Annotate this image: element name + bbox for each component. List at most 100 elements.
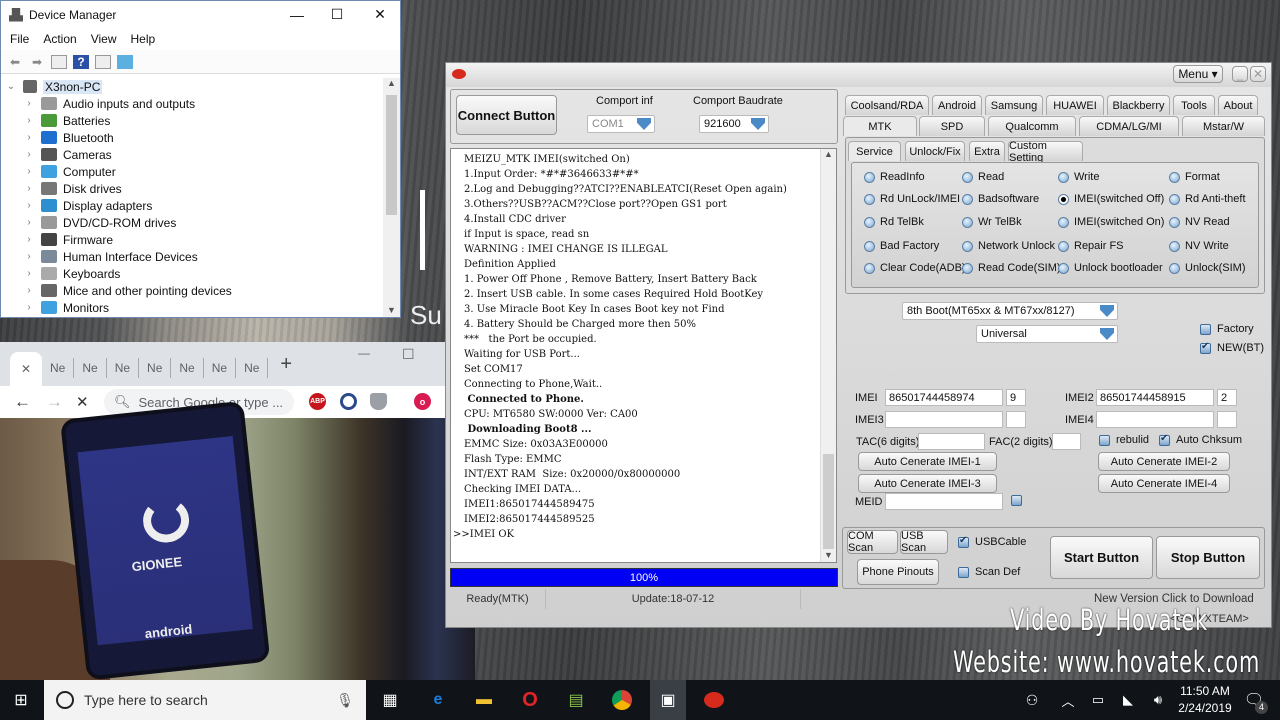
imei4-check-digit[interactable] — [1217, 411, 1237, 428]
radio-bad-factory[interactable]: Bad Factory — [864, 240, 939, 252]
menu-action[interactable]: Action — [43, 32, 76, 46]
scrollbar-thumb[interactable] — [386, 95, 397, 215]
tab-extra[interactable]: Extra — [969, 141, 1005, 161]
imei4-input[interactable] — [1096, 411, 1214, 428]
chevron-right-icon[interactable]: › — [23, 285, 35, 296]
minimize-button[interactable]: _ — [1232, 66, 1248, 82]
generate-imei-3-button[interactable]: Auto Cenerate IMEI-3 — [858, 474, 997, 493]
com-scan-button[interactable]: COM Scan — [847, 530, 898, 554]
factory-checkbox[interactable]: Factory — [1200, 323, 1254, 335]
tree-item[interactable]: › Display adapters — [1, 197, 382, 214]
scroll-down-icon[interactable]: ▼ — [821, 550, 836, 560]
chevron-right-icon[interactable]: › — [23, 217, 35, 228]
radio-icon[interactable] — [962, 171, 973, 183]
imei-check-digit[interactable]: 9 — [1006, 389, 1026, 406]
radio-icon[interactable] — [1169, 193, 1180, 205]
close-button[interactable]: ✕ — [1250, 66, 1266, 82]
menu-file[interactable]: File — [10, 32, 29, 46]
properties-icon[interactable] — [51, 54, 67, 69]
radio-unlock-sim-[interactable]: Unlock(SIM) — [1169, 262, 1246, 274]
tree-item[interactable]: › Cameras — [1, 146, 382, 163]
tab-service[interactable]: Service — [848, 141, 901, 161]
radio-icon[interactable] — [962, 193, 973, 205]
radio-icon[interactable] — [1058, 240, 1069, 252]
radio-icon[interactable] — [1058, 216, 1069, 228]
tree-item[interactable]: › DVD/CD-ROM drives — [1, 214, 382, 231]
radio-icon[interactable] — [864, 193, 875, 205]
tree-item[interactable]: › Disk drives — [1, 180, 382, 197]
stop-button[interactable]: Stop Button — [1156, 536, 1260, 579]
radio-rd-unlock-imei[interactable]: Rd UnLock/IMEI — [864, 193, 960, 205]
log-output[interactable]: MEIZU_MTK IMEI(switched On) 1.Input Order… — [450, 148, 837, 563]
profile-avatar[interactable]: o — [414, 393, 431, 410]
windows-start-icon[interactable]: ⊞ — [9, 688, 33, 712]
radio-readinfo[interactable]: ReadInfo — [864, 171, 925, 183]
radio-icon[interactable] — [864, 216, 875, 228]
tab-samsung[interactable]: Samsung — [985, 95, 1043, 115]
browser-tab[interactable]: Ne — [107, 358, 140, 378]
chrome-icon[interactable] — [610, 688, 634, 712]
radio-icon[interactable] — [962, 262, 973, 274]
tab-spd[interactable]: SPD — [919, 116, 985, 136]
monitor-scan-icon[interactable] — [117, 54, 133, 69]
chevron-right-icon[interactable]: › — [23, 268, 35, 279]
radio-network-unlock[interactable]: Network Unlock — [962, 240, 1055, 252]
active-tab[interactable]: ✕ — [10, 352, 42, 386]
chevron-right-icon[interactable]: › — [23, 251, 35, 262]
scrollbar-thumb[interactable] — [823, 454, 834, 549]
new-tab-button[interactable]: + — [280, 353, 292, 376]
fac-input[interactable] — [1052, 433, 1081, 450]
tab-unlock-fix[interactable]: Unlock/Fix — [905, 141, 965, 161]
stop-loading-button[interactable]: ✕ — [76, 393, 89, 411]
scroll-down-icon[interactable]: ▼ — [383, 305, 400, 315]
checkbox-icon[interactable] — [1200, 323, 1211, 335]
radio-icon[interactable] — [1169, 171, 1180, 183]
radio-badsoftware[interactable]: Badsoftware — [962, 193, 1039, 205]
maximize-button[interactable]: ☐ — [402, 346, 415, 363]
radio-imei-switched-on-[interactable]: IMEI(switched On) — [1058, 216, 1164, 228]
newbt-checkbox[interactable]: NEW(BT) — [1200, 341, 1264, 354]
system-clock[interactable]: 11:50 AM 2/24/2019 — [1172, 683, 1238, 717]
rebuild-checkbox[interactable]: rebulid — [1099, 434, 1149, 446]
chevron-right-icon[interactable]: › — [23, 149, 35, 160]
forward-arrow-icon[interactable]: ➡ — [29, 55, 45, 69]
radio-imei-switched-off-[interactable]: IMEI(switched Off) — [1058, 193, 1164, 205]
chevron-right-icon[interactable]: › — [23, 115, 35, 126]
tab-cdma-lg-mi[interactable]: CDMA/LG/MI — [1079, 116, 1179, 136]
browser-tab[interactable]: Ne — [139, 358, 172, 378]
notepad-icon[interactable]: ▤ — [564, 688, 588, 712]
tab-about[interactable]: About — [1218, 95, 1258, 115]
checkbox-icon[interactable] — [1159, 433, 1170, 446]
tree-item[interactable]: › Computer — [1, 163, 382, 180]
volume-icon[interactable]: 🔊︎ — [1146, 688, 1170, 712]
back-button[interactable]: ← — [14, 392, 31, 412]
menu-button[interactable]: Menu ▾ — [1173, 65, 1223, 83]
file-explorer-icon[interactable]: ▬ — [472, 688, 496, 712]
vertical-scrollbar[interactable]: ▲ ▼ — [383, 78, 400, 317]
adblock-extension-icon[interactable]: ABP — [309, 393, 326, 410]
back-arrow-icon[interactable]: ⬅ — [7, 55, 23, 69]
imei2-check-digit[interactable]: 2 — [1217, 389, 1237, 406]
tab-huawei[interactable]: HUAWEI — [1046, 95, 1104, 115]
checkbox-icon[interactable] — [958, 535, 969, 548]
radio-icon[interactable] — [1169, 216, 1180, 228]
checkbox-icon[interactable] — [1011, 495, 1022, 506]
miracle-box-icon[interactable] — [702, 688, 726, 712]
radio-icon[interactable] — [864, 262, 875, 274]
update-driver-icon[interactable] — [95, 54, 111, 69]
chevron-right-icon[interactable]: › — [23, 302, 35, 313]
radio-repair-fs[interactable]: Repair FS — [1058, 240, 1124, 252]
chevron-right-icon[interactable]: › — [23, 166, 35, 177]
auto-chksum-checkbox[interactable]: Auto Chksum — [1159, 433, 1242, 446]
browser-tab[interactable]: Ne — [236, 358, 269, 378]
edge-icon[interactable]: e — [426, 688, 450, 712]
meid-checkbox[interactable] — [1011, 495, 1022, 506]
chevron-down-icon[interactable]: ⌄ — [5, 81, 17, 92]
generate-imei-4-button[interactable]: Auto Cenerate IMEI-4 — [1098, 474, 1230, 493]
generate-imei-2-button[interactable]: Auto Cenerate IMEI-2 — [1098, 452, 1230, 471]
radio-icon[interactable] — [864, 171, 875, 183]
radio-icon[interactable] — [1058, 262, 1069, 274]
forward-button[interactable]: → — [46, 392, 63, 412]
browser-tab[interactable]: Ne — [171, 358, 204, 378]
wifi-icon[interactable]: ◣ — [1116, 688, 1140, 712]
